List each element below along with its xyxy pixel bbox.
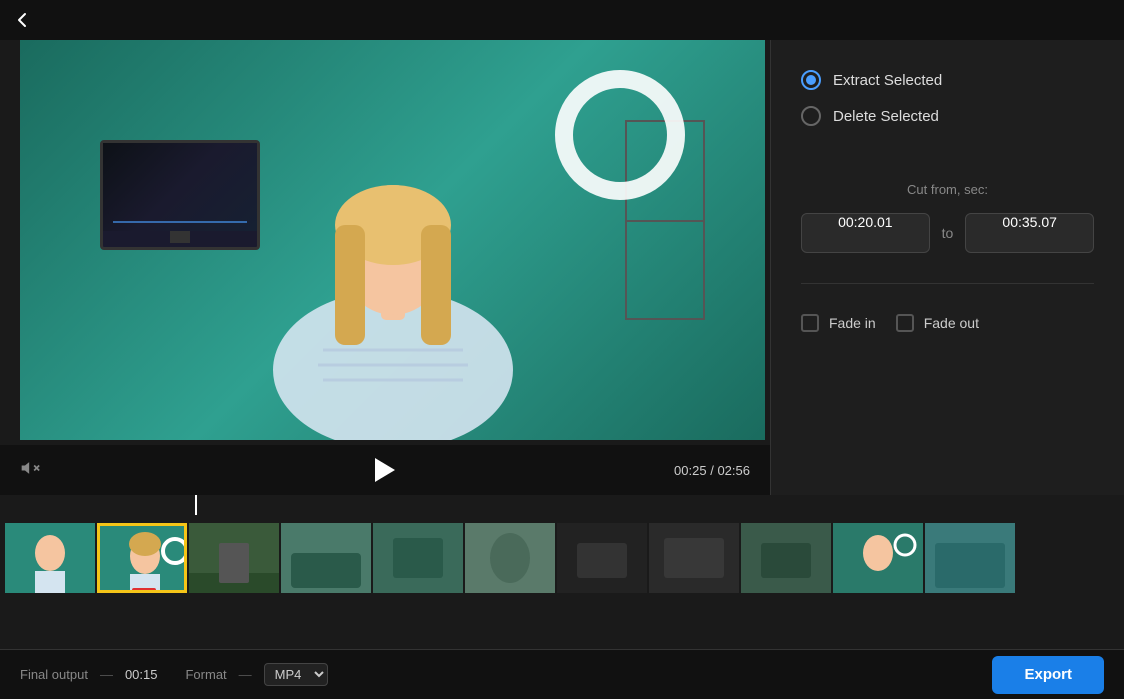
extract-radio-button[interactable] [801,70,821,90]
top-bar [0,0,1124,40]
to-separator: to [942,225,954,241]
thumb-preview-9 [741,523,831,593]
timeline-thumb-7[interactable] [557,523,647,593]
delete-selected-label: Delete Selected [833,108,939,125]
timeline-thumb-3[interactable] [189,523,279,593]
fade-section: Fade in Fade out [801,314,1094,332]
fade-in-option[interactable]: Fade in [801,314,876,332]
output-info: Final output — 00:15 Format — MP4 MOV AV… [20,663,328,686]
cut-section: Cut from, sec: 00:20.01 to 00:35.07 [801,182,1094,253]
thumb-preview-11 [925,523,1015,593]
final-output-label: Final output [20,667,88,682]
video-frame [20,40,765,440]
fade-in-label: Fade in [829,315,876,331]
current-time: 00:25 [674,463,707,478]
chevron-left-icon [12,10,32,30]
format-label: Format [185,667,226,682]
timeline-thumb-6[interactable] [465,523,555,593]
timeline-marker [195,495,197,515]
thumb-preview-7 [557,523,647,593]
right-panel: Extract Selected Delete Selected Cut fro… [770,40,1124,495]
timeline-thumb-11[interactable] [925,523,1015,593]
thumb-preview-8 [649,523,739,593]
ring-light-prop [555,70,685,200]
thumb-preview-2 [100,526,187,593]
volume-button[interactable] [20,458,40,483]
extract-selected-option[interactable]: Extract Selected [801,70,1094,90]
delete-selected-option[interactable]: Delete Selected [801,106,1094,126]
monitor-stand [170,231,190,243]
format-separator: — [239,667,252,682]
export-button[interactable]: Export [992,656,1104,694]
thumb-preview-6 [465,523,555,593]
total-time: 02:56 [717,463,750,478]
start-time-input[interactable]: 00:20.01 [801,213,930,253]
thumb-preview-5 [373,523,463,593]
time-display: 00:25 / 02:56 [674,463,750,478]
timeline-thumb-1[interactable] [5,523,95,593]
cut-from-label: Cut from, sec: [801,182,1094,197]
video-controls: 00:25 / 02:56 [0,445,770,495]
timeline-thumb-5[interactable] [373,523,463,593]
format-select[interactable]: MP4 MOV AVI [264,663,328,686]
time-separator: / [710,463,714,478]
back-button[interactable] [12,10,32,30]
fade-out-label: Fade out [924,315,979,331]
timeline-thumb-4[interactable] [281,523,371,593]
person-figure [223,50,563,440]
timeline-strip [0,495,1124,610]
end-time-input[interactable]: 00:35.07 [965,213,1094,253]
panel-divider [801,283,1094,284]
volume-mute-icon [20,458,40,478]
thumb-preview-4 [281,523,371,593]
fade-out-checkbox[interactable] [896,314,914,332]
timeline-thumb-2[interactable] [97,523,187,593]
extract-selected-label: Extract Selected [833,72,942,89]
timeline[interactable] [0,495,1124,610]
fade-in-checkbox[interactable] [801,314,819,332]
fade-out-option[interactable]: Fade out [896,314,979,332]
thumb-preview-3 [189,523,279,593]
thumb-preview-1 [5,523,95,593]
cut-inputs: 00:20.01 to 00:35.07 [801,213,1094,253]
timeline-thumb-10[interactable] [833,523,923,593]
delete-radio-button[interactable] [801,106,821,126]
bottom-bar: Final output — 00:15 Format — MP4 MOV AV… [0,649,1124,699]
timeline-thumb-8[interactable] [649,523,739,593]
thumb-preview-10 [833,523,923,593]
play-button[interactable] [375,458,395,482]
timeline-thumb-9[interactable] [741,523,831,593]
video-player [20,40,765,440]
output-separator: — [100,667,113,682]
output-duration: 00:15 [125,667,158,682]
